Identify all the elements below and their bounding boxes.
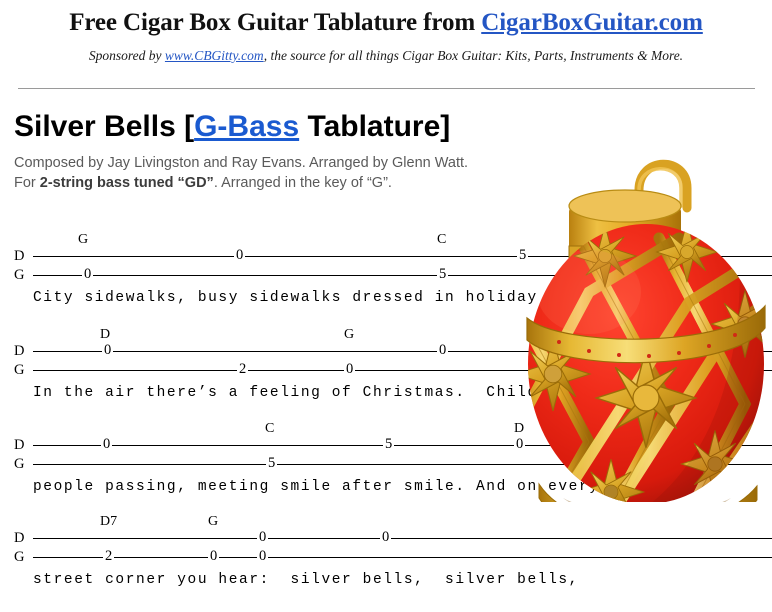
chord-label: C (437, 232, 447, 247)
lyric-row: City sidewalks, busy sidewalks dressed i… (0, 290, 772, 310)
lyric-text: people passing, meeting smile after smil… (33, 479, 600, 495)
lyric-row: street corner you hear: silver bells, si… (0, 572, 772, 592)
string-line (33, 557, 772, 558)
fret-number: 0 (101, 436, 113, 452)
lyric-row: people passing, meeting smile after smil… (0, 479, 772, 499)
tab-string-low: G 0 5 (0, 266, 772, 287)
fret-number: 0 (514, 436, 526, 452)
lyric-text: In the air there’s a feeling of Christma… (33, 385, 569, 401)
string-label: G (14, 549, 25, 565)
string-label: G (14, 456, 25, 472)
fret-number: 0 (380, 529, 392, 545)
string-label: D (14, 437, 25, 453)
fret-number: 0 (437, 342, 449, 358)
fret-number: 5 (266, 455, 278, 471)
chord-row: DG (0, 327, 772, 344)
fret-number: 5 (383, 436, 395, 452)
tab-string-low: G 2 0 0 (0, 548, 772, 569)
chord-label: G (344, 327, 355, 342)
string-line (33, 351, 772, 352)
fret-number: 0 (82, 266, 94, 282)
tab-string-high: D 0 5 0 (0, 436, 772, 457)
string-label: D (14, 530, 25, 546)
chord-row: GC (0, 232, 772, 249)
string-label: D (14, 343, 25, 359)
string-line (33, 256, 772, 257)
tab-system: C D D 0 5 0 G 5 people passing, meeting smile af… (0, 421, 772, 499)
tab-string-high: D 0 0 (0, 342, 772, 363)
string-label: G (14, 267, 25, 283)
string-line (33, 464, 772, 465)
fret-number: 2 (103, 548, 115, 564)
string-line (33, 538, 772, 539)
fret-number: 0 (234, 247, 246, 263)
fret-number: 0 (257, 548, 269, 564)
tab-system: D7 G D 0 0 G 2 0 0 street corner you hear: silver… (0, 514, 772, 592)
fret-number: 0 (208, 548, 220, 564)
string-line (33, 370, 772, 371)
tab-system: D G D 0 0 G 2 0 In the air there’s a feeling of … (0, 327, 772, 405)
fret-number: 0 (257, 529, 269, 545)
tab-string-high: D 0 0 (0, 529, 772, 550)
fret-number: 5 (437, 266, 449, 282)
lyric-row: In the air there’s a feeling of Christma… (0, 385, 772, 405)
tablature: G C D 0 5 G 0 5 City sidewalks, busy sidewalks d… (0, 0, 772, 612)
chord-label: D7 (100, 514, 118, 529)
chord-label: D (100, 327, 111, 342)
fret-number: 0 (102, 342, 114, 358)
string-line (33, 275, 772, 276)
fret-number: 2 (237, 361, 249, 377)
tab-system: G C D 0 5 G 0 5 City sidewalks, busy sidewalks d… (0, 232, 772, 310)
chord-label: D (514, 421, 525, 436)
tab-string-low: G 2 0 (0, 361, 772, 382)
tab-string-high: D 0 5 (0, 247, 772, 268)
string-line (33, 445, 772, 446)
string-label: D (14, 248, 25, 264)
lyric-text: City sidewalks, busy sidewalks dressed i… (33, 290, 610, 306)
chord-label: G (78, 232, 89, 247)
tab-string-low: G5 (0, 455, 772, 476)
lyric-text: street corner you hear: silver bells, si… (33, 572, 579, 588)
fret-number: 0 (344, 361, 356, 377)
fret-number: 5 (517, 247, 529, 263)
string-label: G (14, 362, 25, 378)
chord-label: G (208, 514, 219, 529)
chord-label: C (265, 421, 275, 436)
